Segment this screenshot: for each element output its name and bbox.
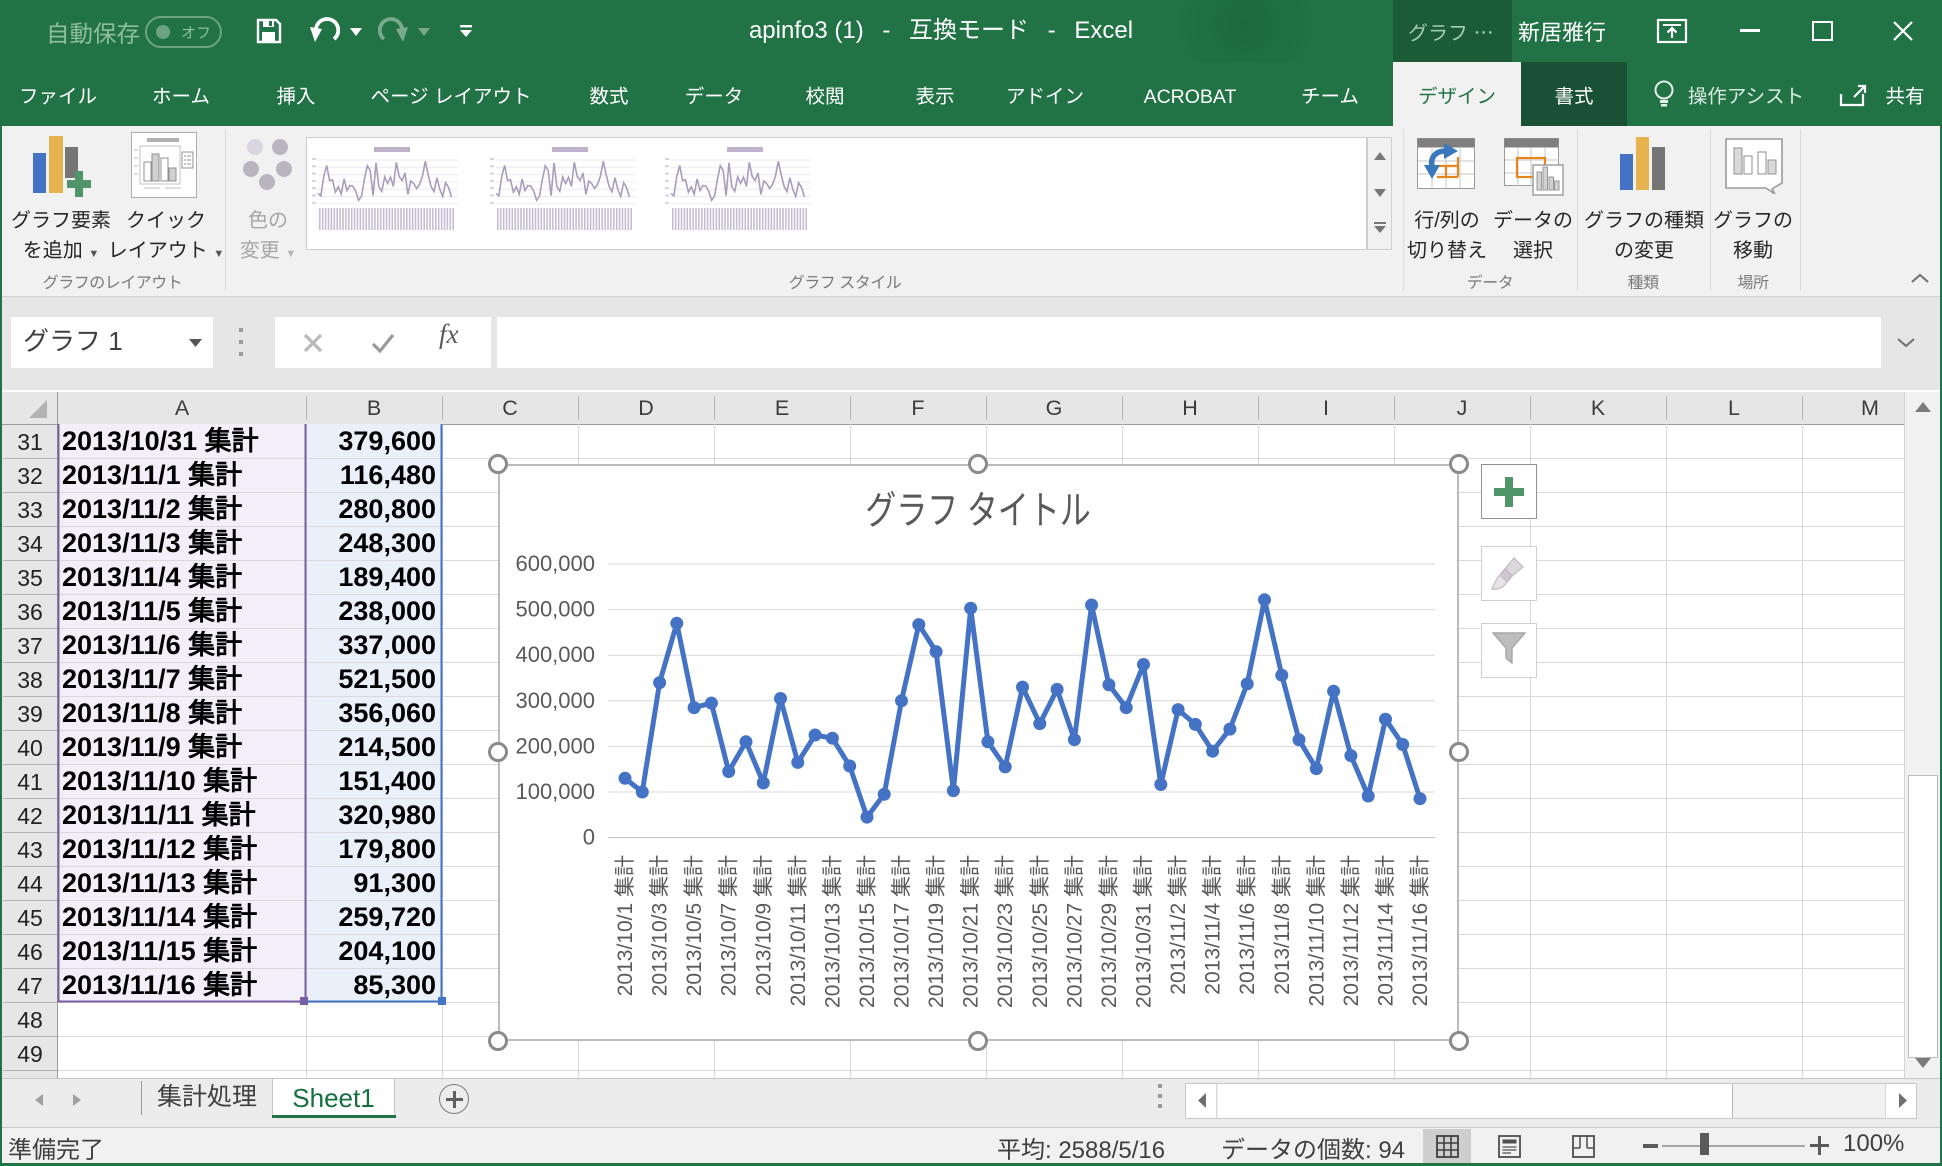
svg-text:179,800: 179,800 — [338, 834, 436, 864]
svg-text:337,000: 337,000 — [338, 630, 436, 660]
svg-text:2013/10/17 集計: 2013/10/17 集計 — [891, 855, 914, 1008]
svg-text:2013/10/23 集計: 2013/10/23 集計 — [994, 855, 1017, 1008]
svg-text:2013/11/14 集計: 2013/11/14 集計 — [62, 902, 257, 932]
svg-text:46: 46 — [17, 939, 43, 965]
svg-text:B: B — [367, 396, 381, 420]
svg-text:189,400: 189,400 — [338, 562, 436, 592]
svg-text:2013/10/11 集計: 2013/10/11 集計 — [787, 855, 810, 1006]
svg-text:356,060: 356,060 — [338, 698, 436, 728]
svg-text:2013/11/1 集計: 2013/11/1 集計 — [62, 460, 242, 490]
svg-text:2013/10/31 集計: 2013/10/31 集計 — [62, 426, 259, 456]
svg-text:M: M — [1861, 396, 1879, 420]
svg-text:400,000: 400,000 — [515, 642, 595, 667]
svg-text:2013/10/21 集計: 2013/10/21 集計 — [960, 855, 983, 1008]
svg-text:2013/11/10 集計: 2013/11/10 集計 — [1305, 855, 1328, 1006]
svg-text:36: 36 — [17, 599, 43, 625]
svg-text:2013/11/11 集計: 2013/11/11 集計 — [62, 800, 256, 830]
svg-text:J: J — [1457, 396, 1468, 420]
svg-text:48: 48 — [17, 1007, 43, 1033]
svg-text:2013/10/31 集計: 2013/10/31 集計 — [1133, 855, 1156, 1008]
svg-text:F: F — [911, 396, 924, 420]
svg-text:379,600: 379,600 — [338, 426, 436, 456]
svg-text:34: 34 — [17, 531, 43, 557]
svg-text:204,100: 204,100 — [338, 936, 436, 966]
svg-text:500,000: 500,000 — [515, 597, 595, 622]
svg-text:41: 41 — [17, 769, 43, 795]
svg-text:2013/11/6 集計: 2013/11/6 集計 — [1236, 855, 1259, 995]
svg-text:D: D — [638, 396, 654, 420]
svg-text:H: H — [1182, 396, 1198, 420]
svg-text:2013/11/12 集計: 2013/11/12 集計 — [1340, 855, 1363, 1006]
svg-text:38: 38 — [17, 667, 43, 693]
svg-text:37: 37 — [17, 633, 43, 659]
svg-text:31: 31 — [17, 429, 43, 455]
svg-text:44: 44 — [17, 871, 43, 897]
svg-text:40: 40 — [17, 735, 43, 761]
svg-text:E: E — [775, 396, 789, 420]
svg-text:2013/10/27 集計: 2013/10/27 集計 — [1063, 855, 1086, 1008]
svg-text:49: 49 — [17, 1041, 43, 1067]
svg-text:2013/11/4 集計: 2013/11/4 集計 — [1202, 855, 1225, 995]
svg-text:47: 47 — [17, 973, 43, 999]
svg-text:300,000: 300,000 — [515, 688, 595, 713]
svg-text:280,800: 280,800 — [338, 494, 436, 524]
svg-text:248,300: 248,300 — [338, 528, 436, 558]
svg-text:2013/11/2 集計: 2013/11/2 集計 — [1167, 855, 1190, 995]
svg-text:600,000: 600,000 — [515, 551, 595, 576]
svg-text:2013/11/2 集計: 2013/11/2 集計 — [62, 494, 242, 524]
svg-text:2013/10/9 集計: 2013/10/9 集計 — [752, 855, 775, 996]
svg-text:33: 33 — [17, 497, 43, 523]
svg-text:200,000: 200,000 — [515, 733, 595, 758]
svg-text:2013/10/25 集計: 2013/10/25 集計 — [1029, 855, 1052, 1008]
svg-text:39: 39 — [17, 701, 43, 727]
svg-text:グラフ タイトル: グラフ タイトル — [865, 488, 1091, 533]
svg-text:2013/11/5 集計: 2013/11/5 集計 — [62, 596, 242, 626]
svg-text:2013/11/4 集計: 2013/11/4 集計 — [62, 562, 242, 592]
svg-text:100,000: 100,000 — [515, 779, 595, 804]
svg-text:2013/11/12 集計: 2013/11/12 集計 — [62, 834, 257, 864]
svg-text:2013/11/15 集計: 2013/11/15 集計 — [62, 936, 257, 966]
svg-text:I: I — [1323, 396, 1329, 420]
svg-text:85,300: 85,300 — [353, 970, 436, 1000]
svg-text:2013/10/1 集計: 2013/10/1 集計 — [614, 855, 637, 996]
svg-text:42: 42 — [17, 803, 43, 829]
svg-text:2013/11/8 集計: 2013/11/8 集計 — [62, 698, 242, 728]
svg-text:238,000: 238,000 — [338, 596, 436, 626]
svg-text:91,300: 91,300 — [353, 868, 436, 898]
svg-text:2013/10/5 集計: 2013/10/5 集計 — [683, 855, 706, 996]
svg-text:2013/10/19 集計: 2013/10/19 集計 — [925, 855, 948, 1008]
svg-text:2013/10/13 集計: 2013/10/13 集計 — [821, 855, 844, 1008]
svg-text:2013/11/10 集計: 2013/11/10 集計 — [62, 766, 257, 796]
svg-text:2013/10/3 集計: 2013/10/3 集計 — [649, 855, 672, 996]
svg-text:35: 35 — [17, 565, 43, 591]
svg-text:2013/10/15 集計: 2013/10/15 集計 — [856, 855, 879, 1008]
svg-text:43: 43 — [17, 837, 43, 863]
svg-text:2013/11/3 集計: 2013/11/3 集計 — [62, 528, 242, 558]
svg-text:2013/11/16 集計: 2013/11/16 集計 — [1409, 855, 1432, 1006]
svg-text:45: 45 — [17, 905, 43, 931]
svg-text:151,400: 151,400 — [338, 766, 436, 796]
svg-text:2013/11/9 集計: 2013/11/9 集計 — [62, 732, 242, 762]
svg-text:2013/10/29 集計: 2013/10/29 集計 — [1098, 855, 1121, 1008]
svg-text:214,500: 214,500 — [338, 732, 436, 762]
svg-text:521,500: 521,500 — [338, 664, 436, 694]
svg-text:C: C — [502, 396, 518, 420]
svg-text:2013/11/6 集計: 2013/11/6 集計 — [62, 630, 242, 660]
svg-text:K: K — [1591, 396, 1606, 420]
svg-text:G: G — [1046, 396, 1063, 420]
svg-text:259,720: 259,720 — [338, 902, 436, 932]
svg-text:A: A — [175, 396, 190, 420]
svg-text:0: 0 — [583, 825, 595, 850]
svg-text:32: 32 — [17, 463, 43, 489]
svg-text:2013/11/14 集計: 2013/11/14 集計 — [1375, 855, 1398, 1006]
svg-text:2013/11/13 集計: 2013/11/13 集計 — [62, 868, 257, 898]
svg-text:2013/11/16 集計: 2013/11/16 集計 — [62, 970, 257, 1000]
svg-text:2013/11/8 集計: 2013/11/8 集計 — [1271, 855, 1294, 995]
svg-text:L: L — [1728, 396, 1740, 420]
svg-text:116,480: 116,480 — [340, 460, 436, 490]
svg-text:2013/11/7 集計: 2013/11/7 集計 — [62, 664, 242, 694]
svg-text:2013/10/7 集計: 2013/10/7 集計 — [718, 855, 741, 996]
svg-text:320,980: 320,980 — [338, 800, 436, 830]
